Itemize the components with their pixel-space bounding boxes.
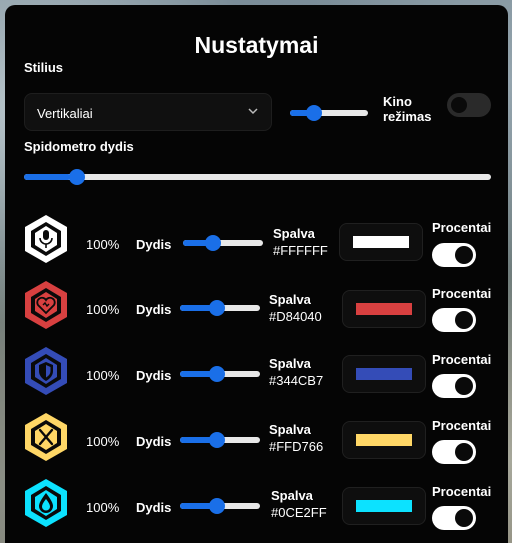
water-drop-icon (25, 479, 67, 527)
row-color-picker[interactable] (342, 355, 426, 393)
row-size-label: Dydis (136, 237, 172, 252)
row-size-slider[interactable] (180, 498, 260, 514)
slider-thumb[interactable] (208, 432, 225, 448)
row-color-hex: #FFD766 (269, 439, 324, 454)
row-color-hex: #FFFFFF (273, 243, 328, 258)
style-label: Stilius (24, 60, 64, 75)
row-size-slider[interactable] (180, 432, 260, 448)
row-color-label: Spalva #D84040 (269, 292, 322, 324)
row-size-label: Dydis (136, 434, 172, 449)
color-swatch (356, 434, 412, 446)
row-color-picker[interactable] (342, 290, 426, 328)
row-size-label: Dydis (136, 500, 172, 515)
slider-thumb[interactable] (208, 300, 225, 316)
row-size-slider[interactable] (183, 235, 263, 251)
settings-title: Nustatymai (194, 32, 319, 58)
color-swatch (353, 236, 409, 248)
style-select[interactable]: Vertikaliai (24, 93, 272, 131)
style-select-value: Vertikaliai (37, 106, 93, 121)
row-color-label: Spalva #FFFFFF (273, 226, 328, 258)
hud-row-armor: 100% Dydis Spalva #344CB7 Procentai (5, 345, 508, 411)
row-percent-label: Procentai (432, 286, 492, 301)
row-percent-label: Procentai (432, 484, 492, 499)
row-size-slider[interactable] (180, 300, 260, 316)
row-percent: 100% (86, 434, 120, 449)
row-percent-label: Procentai (432, 418, 492, 433)
microphone-icon (25, 215, 67, 263)
fork-knife-icon (25, 413, 67, 461)
color-swatch (356, 368, 412, 380)
slider-thumb[interactable] (305, 105, 322, 121)
row-percent-toggle[interactable] (432, 374, 476, 398)
hud-row-health: 100% Dydis Spalva #D84040 Procentai (5, 279, 508, 345)
row-color-label: Spalva #344CB7 (269, 356, 324, 388)
row-percent: 100% (86, 500, 120, 515)
row-color-picker[interactable] (342, 487, 426, 525)
row-percent: 100% (86, 237, 120, 252)
row-percent: 100% (86, 302, 120, 317)
row-percent-label: Procentai (432, 352, 492, 367)
slider-thumb[interactable] (208, 498, 225, 514)
row-percent-toggle[interactable] (432, 440, 476, 464)
row-color-hex: #D84040 (269, 309, 322, 324)
row-size-label: Dydis (136, 368, 172, 383)
chevron-down-icon (248, 108, 258, 115)
row-percent: 100% (86, 368, 120, 383)
hud-row-thirst: 100% Dydis Spalva #0CE2FF Procentai (5, 477, 508, 543)
row-size-slider[interactable] (180, 366, 260, 382)
kino-toggle[interactable] (447, 93, 491, 117)
row-color-label: Spalva #0CE2FF (271, 488, 327, 520)
slider-thumb[interactable] (208, 366, 225, 382)
row-color-picker[interactable] (339, 223, 423, 261)
row-percent-toggle[interactable] (432, 506, 476, 530)
slider-thumb[interactable] (69, 169, 86, 185)
row-size-label: Dydis (136, 302, 172, 317)
hud-row-voice: 100% Dydis Spalva #FFFFFF Procentai (5, 213, 508, 279)
speedometer-label: Spidometro dydis (24, 139, 134, 154)
shield-icon (25, 347, 67, 395)
hud-row-hunger: 100% Dydis Spalva #FFD766 Procentai (5, 411, 508, 477)
row-percent-toggle[interactable] (432, 243, 476, 267)
slider-thumb[interactable] (205, 235, 222, 251)
row-color-picker[interactable] (342, 421, 426, 459)
heart-icon (25, 281, 67, 329)
row-color-label: Spalva #FFD766 (269, 422, 324, 454)
row-color-hex: #0CE2FF (271, 505, 327, 520)
row-color-hex: #344CB7 (269, 373, 324, 388)
row-percent-toggle[interactable] (432, 308, 476, 332)
speedometer-slider[interactable] (24, 169, 491, 185)
color-swatch (356, 500, 412, 512)
top-slider[interactable] (290, 105, 368, 121)
color-swatch (356, 303, 412, 315)
settings-panel: Nustatymai Stilius Vertikaliai Kino reži… (5, 5, 508, 543)
row-percent-label: Procentai (432, 220, 492, 235)
kino-label: Kino režimas (383, 94, 432, 124)
